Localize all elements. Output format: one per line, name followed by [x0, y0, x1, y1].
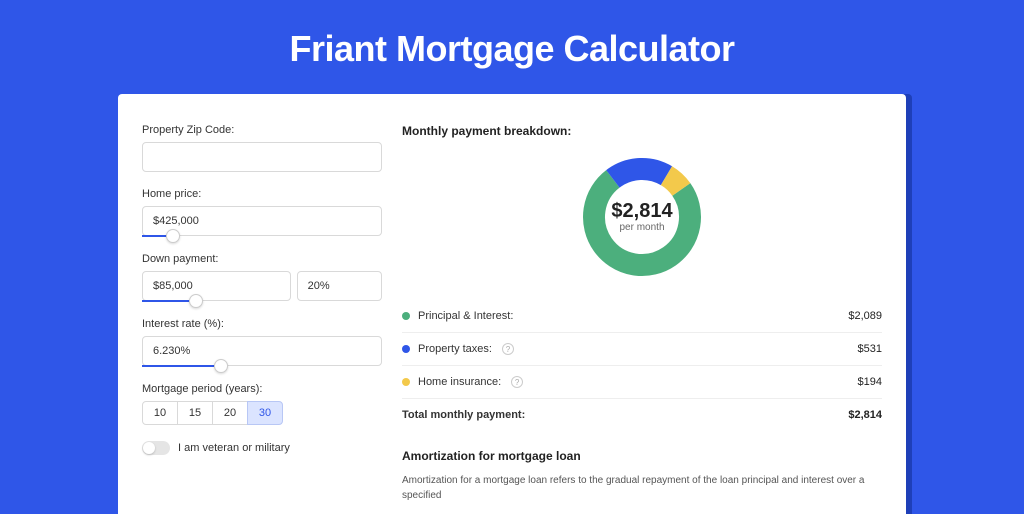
- calculator-card: Property Zip Code: Home price: Down paym…: [118, 94, 906, 514]
- donut-chart: $2,814 per month: [402, 152, 882, 282]
- home-price-field-group: Home price:: [142, 188, 382, 237]
- period-label: Mortgage period (years):: [142, 383, 382, 395]
- down-payment-field-group: Down payment:: [142, 253, 382, 302]
- period-option-30[interactable]: 30: [247, 401, 283, 425]
- slider-thumb-icon[interactable]: [214, 359, 228, 373]
- slider-thumb-icon[interactable]: [189, 294, 203, 308]
- legend-label: Total monthly payment:: [402, 409, 525, 421]
- inputs-column: Property Zip Code: Home price: Down paym…: [142, 124, 382, 484]
- help-icon[interactable]: ?: [502, 343, 514, 355]
- down-payment-slider[interactable]: [142, 300, 298, 302]
- legend-value: $2,814: [848, 409, 882, 421]
- legend-row-total: Total monthly payment: $2,814: [402, 399, 882, 431]
- legend-row-insurance: Home insurance: ? $194: [402, 366, 882, 399]
- legend-label: Principal & Interest:: [418, 310, 513, 322]
- toggle-knob-icon: [143, 442, 155, 454]
- interest-rate-field-group: Interest rate (%):: [142, 318, 382, 367]
- donut-center-amount: $2,814: [611, 200, 673, 222]
- down-payment-label: Down payment:: [142, 253, 382, 265]
- legend-row-principal: Principal & Interest: $2,089: [402, 300, 882, 333]
- period-option-10[interactable]: 10: [142, 401, 178, 425]
- legend-label: Property taxes:: [418, 343, 492, 355]
- donut-center-label: per month: [619, 222, 664, 233]
- period-button-group: 10 15 20 30: [142, 401, 382, 425]
- interest-rate-input[interactable]: [142, 336, 382, 366]
- legend-label: Home insurance:: [418, 376, 501, 388]
- zip-label: Property Zip Code:: [142, 124, 382, 136]
- legend-value: $194: [858, 376, 882, 388]
- legend-value: $531: [858, 343, 882, 355]
- breakdown-title: Monthly payment breakdown:: [402, 124, 882, 138]
- legend-row-taxes: Property taxes: ? $531: [402, 333, 882, 366]
- amortization-text: Amortization for a mortgage loan refers …: [402, 473, 882, 503]
- down-payment-pct-input[interactable]: [297, 271, 382, 301]
- legend-value: $2,089: [848, 310, 882, 322]
- zip-input[interactable]: [142, 142, 382, 172]
- home-price-slider[interactable]: [142, 235, 382, 237]
- page-title: Friant Mortgage Calculator: [0, 0, 1024, 94]
- veteran-toggle[interactable]: [142, 441, 170, 455]
- legend-dot-icon: [402, 345, 410, 353]
- period-option-20[interactable]: 20: [212, 401, 248, 425]
- veteran-label: I am veteran or military: [178, 442, 290, 454]
- period-option-15[interactable]: 15: [177, 401, 213, 425]
- interest-rate-label: Interest rate (%):: [142, 318, 382, 330]
- legend-dot-icon: [402, 378, 410, 386]
- breakdown-column: Monthly payment breakdown: $2,814 per mo…: [402, 124, 882, 484]
- amortization-title: Amortization for mortgage loan: [402, 449, 882, 463]
- veteran-toggle-row: I am veteran or military: [142, 441, 382, 455]
- interest-rate-slider[interactable]: [142, 365, 382, 367]
- home-price-label: Home price:: [142, 188, 382, 200]
- down-payment-input[interactable]: [142, 271, 291, 301]
- legend-dot-icon: [402, 312, 410, 320]
- help-icon[interactable]: ?: [511, 376, 523, 388]
- period-field-group: Mortgage period (years): 10 15 20 30: [142, 383, 382, 425]
- zip-field-group: Property Zip Code:: [142, 124, 382, 172]
- slider-thumb-icon[interactable]: [166, 229, 180, 243]
